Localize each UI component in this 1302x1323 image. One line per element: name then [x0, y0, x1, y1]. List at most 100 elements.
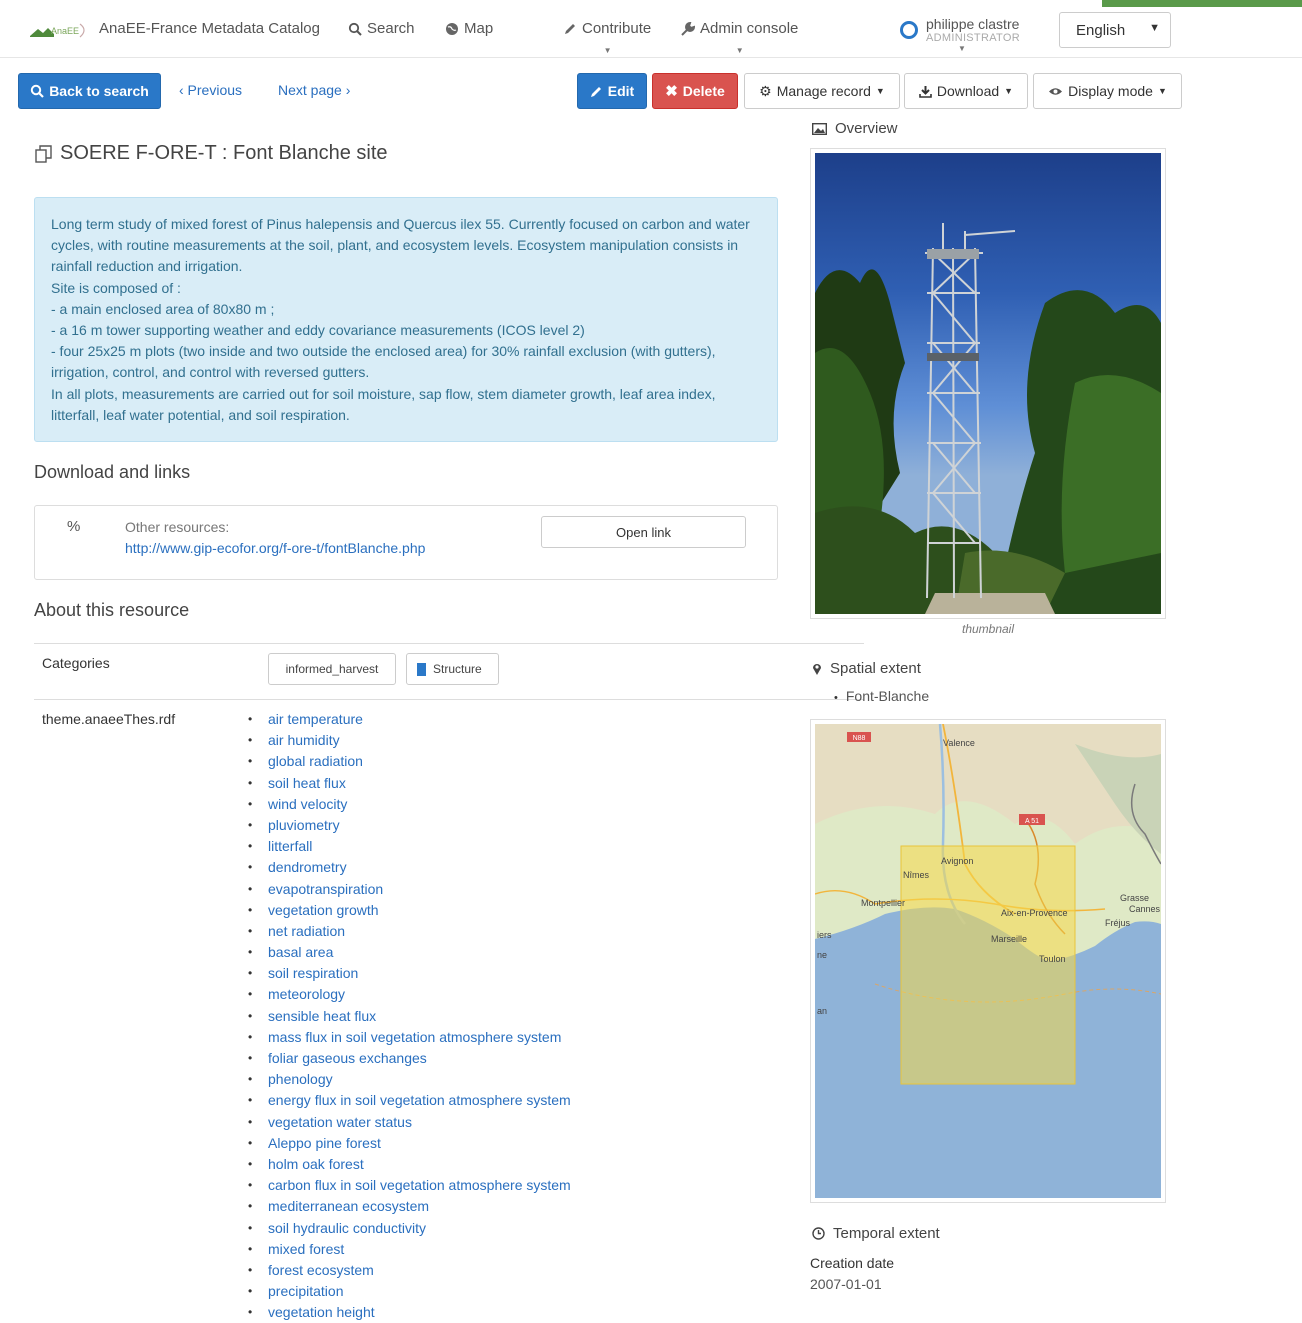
brand-link[interactable]: AnaEE-France Metadata Catalog — [99, 20, 320, 37]
keyword-link[interactable]: Aleppo pine forest — [268, 1135, 381, 1151]
keyword-item: mass flux in soil vegetation atmosphere … — [248, 1027, 571, 1048]
close-icon: ✖ — [665, 83, 678, 100]
user-menu[interactable]: philippe clastre ADMINISTRATOR ▼ — [900, 16, 1020, 53]
keyword-link[interactable]: sensible heat flux — [268, 1008, 376, 1024]
download-button[interactable]: Download ▼ — [904, 73, 1028, 109]
globe-icon — [446, 22, 458, 35]
creation-date-value: 2007-01-01 — [810, 1276, 882, 1292]
keyword-link[interactable]: net radiation — [268, 923, 345, 939]
manage-record-button[interactable]: ⚙ Manage record ▼ — [744, 73, 900, 109]
edit-button[interactable]: Edit — [577, 73, 647, 109]
user-icon — [900, 21, 918, 39]
nav-admin[interactable]: Admin console ▼ — [681, 20, 798, 55]
keyword-item: meteorology — [248, 984, 571, 1005]
nav-contribute-label: Contribute — [582, 20, 652, 37]
abstract-line: Site is composed of : — [51, 279, 181, 296]
record-title: SOERE F-ORE-T : Font Blanche site — [34, 142, 388, 165]
image-icon — [812, 122, 827, 135]
keyword-link[interactable]: vegetation height — [268, 1304, 375, 1320]
other-resources-label: Other resources: — [125, 519, 230, 535]
category-chip-label: Structure — [433, 662, 482, 676]
map-label-toulon: Toulon — [1039, 954, 1066, 964]
keyword-item: Aleppo pine forest — [248, 1133, 571, 1154]
keyword-item: net radiation — [248, 921, 571, 942]
nav-search[interactable]: Search — [348, 20, 415, 37]
delete-button[interactable]: ✖ Delete — [652, 73, 738, 109]
keyword-link[interactable]: soil heat flux — [268, 775, 346, 791]
eye-icon — [1049, 87, 1063, 95]
keyword-link[interactable]: mediterranean ecosystem — [268, 1198, 429, 1214]
gear-icon: ⚙ — [759, 82, 772, 99]
language-select[interactable]: English ▼ — [1059, 12, 1171, 48]
keyword-link[interactable]: meteorology — [268, 986, 345, 1002]
keyword-link[interactable]: basal area — [268, 944, 333, 960]
keyword-item: soil heat flux — [248, 773, 571, 794]
keyword-link[interactable]: dendrometry — [268, 859, 347, 875]
edit-label: Edit — [607, 83, 635, 99]
category-chip[interactable]: informed_harvest — [268, 653, 396, 685]
keyword-link[interactable]: vegetation water status — [268, 1114, 412, 1130]
back-to-search-button[interactable]: Back to search — [18, 73, 161, 109]
keyword-link[interactable]: mass flux in soil vegetation atmosphere … — [268, 1029, 561, 1045]
download-links-heading: Download and links — [34, 462, 191, 482]
user-name: philippe clastre — [926, 16, 1020, 32]
next-page-link[interactable]: Next page › — [278, 82, 350, 98]
keyword-link[interactable]: global radiation — [268, 753, 363, 769]
keyword-link[interactable]: mixed forest — [268, 1241, 344, 1257]
keyword-link[interactable]: evapotranspiration — [268, 881, 383, 897]
keyword-link[interactable]: precipitation — [268, 1283, 344, 1299]
keyword-link[interactable]: foliar gaseous exchanges — [268, 1050, 427, 1066]
caret-down-icon: ▼ — [1157, 86, 1167, 96]
abstract-line: - a main enclosed area of 80x80 m ; — [51, 300, 275, 317]
map-label-cannes: Cannes — [1129, 904, 1161, 914]
map-label-marseille: Marseille — [991, 934, 1027, 944]
anaee-logo[interactable]: AnaEE — [30, 20, 92, 40]
keyword-item: evapotranspiration — [248, 879, 571, 900]
keyword-link[interactable]: phenology — [268, 1071, 333, 1087]
resource-url-link[interactable]: http://www.gip-ecofor.org/f-ore-t/fontBl… — [125, 540, 425, 556]
abstract-line: In all plots, measurements are carried o… — [51, 385, 716, 423]
keyword-item: soil respiration — [248, 963, 571, 984]
keyword-item: forest ecosystem — [248, 1260, 571, 1281]
keyword-item: mediterranean ecosystem — [248, 1196, 571, 1217]
category-chip[interactable]: Structure — [406, 653, 499, 685]
logo-text: AnaEE — [51, 26, 79, 36]
keyword-item: dendrometry — [248, 857, 571, 878]
nav-contribute[interactable]: Contribute ▼ — [564, 20, 652, 55]
keyword-item: soil hydraulic conductivity — [248, 1218, 571, 1239]
map-label-grasse: Grasse — [1120, 893, 1149, 903]
caret-down-icon: ▼ — [875, 86, 885, 96]
language-value: English — [1076, 22, 1126, 39]
keyword-link[interactable]: air humidity — [268, 732, 340, 748]
keyword-link[interactable]: holm oak forest — [268, 1156, 364, 1172]
keyword-link[interactable]: wind velocity — [268, 796, 347, 812]
map-canvas[interactable]: N88 A 51 Valence Avignon Nîmes Montpelli… — [815, 724, 1161, 1198]
dropdown-arrow-icon: ▼ — [1149, 22, 1160, 34]
user-role: ADMINISTRATOR — [926, 32, 1020, 44]
keyword-link[interactable]: air temperature — [268, 711, 363, 727]
keyword-link[interactable]: carbon flux in soil vegetation atmospher… — [268, 1177, 571, 1193]
keyword-link[interactable]: litterfall — [268, 838, 312, 854]
keyword-link[interactable]: forest ecosystem — [268, 1262, 374, 1278]
keyword-item: sensible heat flux — [248, 1006, 571, 1027]
open-link-button[interactable]: Open link — [541, 516, 746, 548]
creation-date-label: Creation date — [810, 1255, 895, 1271]
temporal-extent-heading: Temporal extent — [812, 1225, 940, 1242]
map-label-ne: ne — [817, 950, 827, 960]
thumbnail-frame[interactable] — [810, 148, 1166, 619]
keyword-link[interactable]: soil respiration — [268, 965, 358, 981]
previous-link[interactable]: ‹ Previous — [179, 82, 242, 98]
nav-map[interactable]: Map — [445, 20, 493, 37]
keyword-link[interactable]: energy flux in soil vegetation atmospher… — [268, 1092, 571, 1108]
keyword-item: wind velocity — [248, 794, 571, 815]
top-navbar: AnaEE AnaEE-France Metadata Catalog Sear… — [0, 0, 1302, 58]
spatial-extent-map[interactable]: N88 A 51 Valence Avignon Nîmes Montpelli… — [810, 719, 1166, 1203]
overview-label: Overview — [835, 120, 898, 137]
keyword-item: holm oak forest — [248, 1154, 571, 1175]
category-chip-label: informed_harvest — [285, 662, 379, 676]
keyword-link[interactable]: pluviometry — [268, 817, 340, 833]
keyword-link[interactable]: soil hydraulic conductivity — [268, 1220, 426, 1236]
abstract-line: Long term study of mixed forest of Pinus… — [51, 216, 750, 275]
display-mode-button[interactable]: Display mode ▼ — [1033, 73, 1182, 109]
keyword-link[interactable]: vegetation growth — [268, 902, 379, 918]
